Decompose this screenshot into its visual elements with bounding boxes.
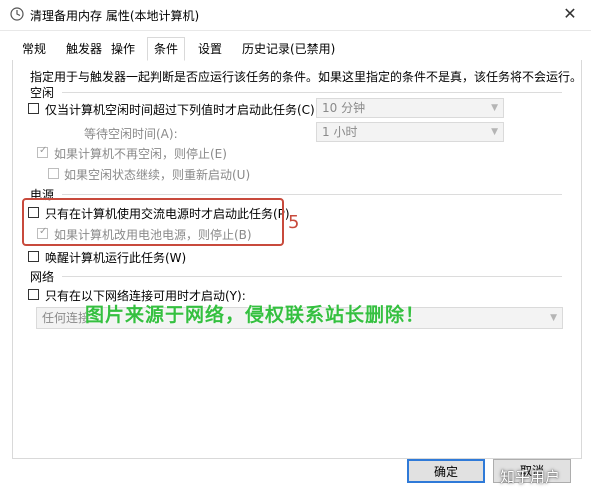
restart-idle-checkbox[interactable] (48, 168, 59, 179)
wait-idle-dropdown[interactable]: 1 小时 ▼ (316, 122, 504, 142)
tab-history[interactable]: 历史记录(已禁用) (238, 40, 339, 59)
wake-label: 唤醒计算机运行此任务(W) (45, 251, 187, 265)
chevron-down-icon: ▼ (491, 127, 498, 137)
chevron-down-icon: ▼ (550, 313, 557, 323)
chevron-down-icon: ▼ (491, 103, 498, 113)
annotation-number: 5 (288, 212, 300, 233)
annotation-highlight-box (22, 198, 284, 246)
idle-start-checkbox[interactable] (28, 103, 39, 114)
checkmark-icon: ✓ (39, 145, 48, 156)
stop-if-not-idle-checkbox[interactable]: ✓ (37, 145, 48, 158)
stop-if-not-idle-label: 如果计算机不再空闲，则停止(E) (54, 147, 227, 161)
corner-watermark: 知乎用户 (500, 468, 561, 486)
window-title: 清理备用内存 属性(本地计算机) (30, 9, 200, 23)
idle-duration-value: 10 分钟 (322, 101, 366, 115)
network-separator (62, 276, 562, 277)
wake-checkbox[interactable] (28, 251, 39, 262)
wait-idle-label: 等待空闲时间(A): (84, 127, 178, 141)
idle-start-label: 仅当计算机空闲时间超过下列值时才启动此任务(C): (45, 103, 319, 117)
network-dropdown-value: 任何连接 (42, 311, 91, 325)
source-watermark: 图片来源于网络，侵权联系站长删除！ (85, 304, 426, 326)
tab-general[interactable]: 常规 (18, 40, 50, 59)
wait-idle-value: 1 小时 (322, 125, 358, 139)
idle-duration-dropdown[interactable]: 10 分钟 ▼ (316, 98, 504, 118)
tab-triggers[interactable]: 触发器 (62, 40, 106, 59)
close-button[interactable]: ✕ (556, 3, 584, 25)
restart-idle-label: 如果空闲状态继续，则重新启动(U) (64, 168, 251, 182)
tab-conditions[interactable]: 条件 (147, 37, 186, 61)
idle-separator (62, 92, 562, 93)
network-checkbox[interactable] (28, 289, 39, 300)
tab-actions[interactable]: 操作 (107, 40, 139, 59)
conditions-description: 指定用于与触发器一起判断是否应运行该任务的条件。如果这里指定的条件不是真，该任务… (30, 70, 583, 84)
power-separator (62, 194, 562, 195)
clock-icon (10, 7, 24, 21)
network-section-label: 网络 (30, 270, 55, 284)
tab-settings[interactable]: 设置 (194, 40, 226, 59)
idle-section-label: 空闲 (30, 86, 55, 100)
ok-button[interactable]: 确定 (407, 459, 485, 483)
